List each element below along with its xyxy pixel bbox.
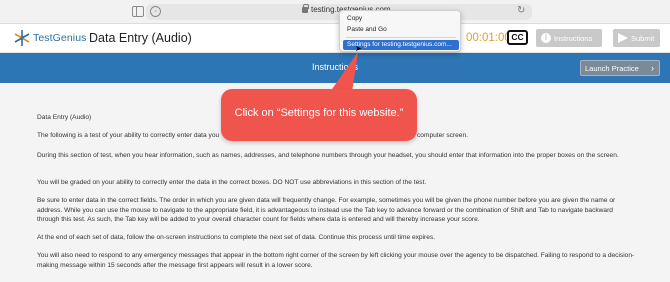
countdown-timer: 00:01:00: [466, 32, 511, 44]
paragraph-sets: At the end of each set of data, follow t…: [37, 234, 436, 241]
mouse-cursor-icon: ➤: [355, 44, 362, 53]
paragraph-headset: During this section of test, when you he…: [37, 152, 619, 159]
launch-practice-button[interactable]: Launch Practice ›: [580, 60, 660, 76]
closed-captions-button[interactable]: CC: [507, 30, 528, 45]
reload-icon[interactable]: ↻: [517, 5, 525, 17]
privacy-shield-icon[interactable]: ◦: [150, 6, 161, 17]
submit-button[interactable]: Submit: [613, 29, 660, 47]
instructions-button[interactable]: i Instructions: [536, 29, 602, 47]
app-header: TestGenius Data Entry (Audio) 00:01:00 C…: [0, 24, 670, 53]
launch-practice-label: Launch Practice: [585, 64, 639, 73]
lock-icon: [302, 4, 309, 13]
paragraph-grading: You will be graded on your ability to co…: [37, 179, 427, 186]
paragraph-emergency: You will also need to respond to any eme…: [37, 252, 635, 269]
tutorial-callout: Click on “Settings for this website.”: [221, 89, 417, 141]
instructions-banner: Instructions Launch Practice ›: [0, 53, 670, 83]
sidebar-toggle-icon[interactable]: [132, 6, 144, 17]
info-icon: i: [541, 33, 551, 43]
page-title: Data Entry (Audio): [89, 31, 192, 45]
browser-toolbar: ◦ testing.testgenius.com ↻: [0, 0, 670, 24]
menu-item-copy[interactable]: Copy: [343, 14, 459, 24]
testgenius-logo-icon: [14, 30, 30, 46]
paragraph-intro-end: computer screen.: [417, 132, 468, 139]
send-icon: [618, 33, 628, 43]
chevron-right-icon: ›: [651, 63, 654, 73]
menu-item-paste-and-go[interactable]: Paste and Go: [343, 25, 459, 35]
paragraph-intro: The following is a test of your ability …: [37, 132, 220, 139]
instructions-button-label: Instructions: [554, 34, 593, 43]
menu-separator: [346, 37, 456, 38]
logo-text: TestGenius: [33, 32, 87, 44]
callout-text: Click on “Settings for this website.”: [234, 107, 404, 119]
paragraph-fields: Be sure to enter data in the correct fie…: [37, 197, 616, 224]
banner-title: Instructions: [311, 62, 359, 72]
submit-button-label: Submit: [631, 34, 655, 43]
